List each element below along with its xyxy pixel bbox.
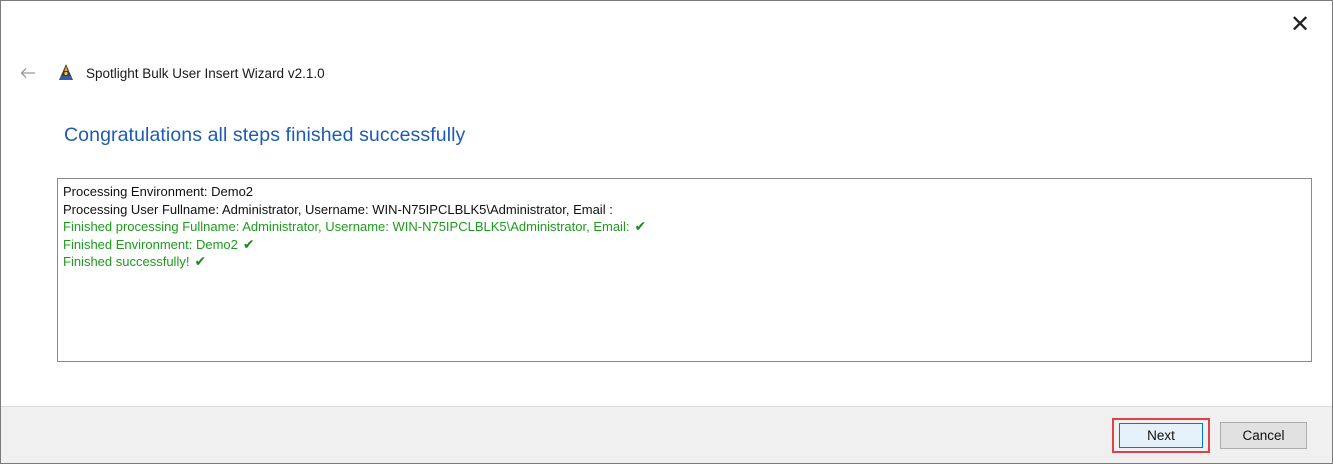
log-line: Processing User Fullname: Administrator,… xyxy=(63,201,1306,219)
checkmark-icon: ✔ xyxy=(634,218,647,234)
log-line-text: Processing User Fullname: Administrator,… xyxy=(63,201,613,217)
wizard-window: ✕ Spotlight Bulk User Insert Wizard v2.1… xyxy=(0,0,1333,464)
next-button-highlight: Next xyxy=(1112,418,1210,453)
log-line-text: Finished Environment: Demo2 xyxy=(63,236,238,252)
close-icon: ✕ xyxy=(1289,11,1311,38)
log-line: Finished Environment: Demo2 ✔ xyxy=(63,236,1306,254)
log-line: Processing Environment: Demo2 xyxy=(63,183,1306,201)
close-button[interactable]: ✕ xyxy=(1286,11,1314,39)
back-arrow-icon[interactable] xyxy=(19,64,37,82)
log-line-text: Finished processing Fullname: Administra… xyxy=(63,219,630,234)
wizard-footer: Next Cancel xyxy=(1,406,1332,463)
checkmark-icon: ✔ xyxy=(242,235,255,252)
log-line-text: Processing Environment: Demo2 xyxy=(63,184,254,199)
cancel-button[interactable]: Cancel xyxy=(1220,422,1307,449)
log-line: Finished processing Fullname: Administra… xyxy=(63,218,1306,236)
page-heading: Congratulations all steps finished succe… xyxy=(64,124,466,146)
checkmark-icon: ✔ xyxy=(194,253,207,269)
log-line-text: Finished successfully! xyxy=(63,254,190,269)
log-output-box[interactable]: Processing Environment: Demo2 Processing … xyxy=(57,178,1312,362)
wizard-title: Spotlight Bulk User Insert Wizard v2.1.0 xyxy=(86,65,325,81)
spotlight-app-icon xyxy=(57,63,75,83)
wizard-header: Spotlight Bulk User Insert Wizard v2.1.0 xyxy=(19,58,325,88)
next-button[interactable]: Next xyxy=(1119,423,1203,448)
log-line: Finished successfully! ✔ xyxy=(63,253,1306,271)
